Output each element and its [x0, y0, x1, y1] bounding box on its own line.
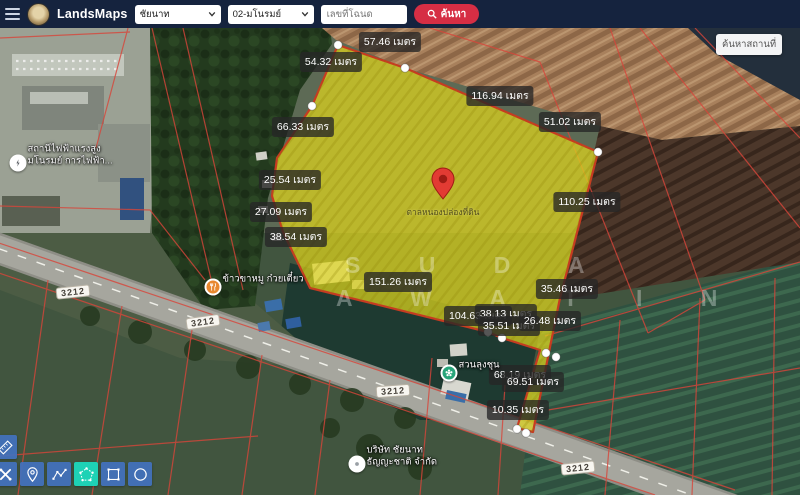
measurement-label: 10.35 เมตร — [487, 400, 549, 420]
measurement-label: 27.09 เมตร — [250, 202, 312, 222]
measurement-label: 54.32 เมตร — [300, 52, 362, 72]
search-icon — [427, 9, 437, 19]
measurement-label: 66.33 เมตร — [272, 117, 334, 137]
substation-poi[interactable]: สถานีไฟฟ้าแรงสูงมโนรมย์ การไฟฟ้า... — [10, 155, 27, 172]
measurement-label: 116.94 เมตร — [466, 86, 533, 106]
hamburger-menu-icon[interactable] — [5, 8, 20, 20]
power-icon[interactable] — [10, 155, 27, 172]
poi-label: สถานีไฟฟ้าแรงสูงมโนรมย์ การไฟฟ้า... — [28, 144, 113, 168]
measurement-label: 151.26 เมตร — [364, 272, 432, 292]
place-search-tooltip[interactable]: ค้นหาสถานที่ — [716, 34, 782, 55]
park-poi[interactable]: สวนลุงชุน — [441, 365, 458, 382]
measurement-label: 25.54 เมตร — [259, 170, 321, 190]
company-poi[interactable]: บริษัท ชัยนาทธัญญะชาติ จำกัด — [349, 456, 366, 473]
measurement-label: 110.25 เมตร — [553, 192, 620, 212]
rectangle-select-tool[interactable] — [101, 462, 125, 486]
measurement-label: 38.54 เมตร — [265, 227, 327, 247]
pin-tool[interactable] — [20, 462, 44, 486]
top-bar: LandsMaps ชัยนาท 02-มโนรมย์ ค้นหา — [0, 0, 800, 28]
restaurant-poi[interactable]: ข้าวขาหมู ก๋วยเตี๋ยว — [205, 279, 222, 296]
landsmaps-app: LandsMaps ชัยนาท 02-มโนรมย์ ค้นหา — [0, 0, 800, 495]
road-badge: 3212 — [376, 384, 411, 398]
polyline-measure-tool[interactable] — [47, 462, 71, 486]
substation-area — [0, 28, 165, 233]
measurement-label: 51.02 เมตร — [539, 112, 601, 132]
deed-number-input[interactable] — [321, 5, 407, 24]
search-button-label: ค้นหา — [441, 7, 467, 22]
measurement-label: 26.48 เมตร — [519, 311, 581, 331]
measurement-label: 57.46 เมตร — [359, 32, 421, 52]
measurement-label: 35.46 เมตร — [536, 279, 598, 299]
brand-name: LandsMaps — [57, 7, 128, 21]
poi-label: บริษัท ชัยนาทธัญญะชาติ จำกัด — [367, 445, 438, 469]
map-container: S U D A A W A T I N ตาลหนองปล่องที่ดิน ค… — [0, 28, 800, 495]
chevron-down-icon — [301, 10, 309, 18]
circle-select-tool[interactable] — [128, 462, 152, 486]
measurement-label: 69.51 เมตร — [502, 372, 564, 392]
park-icon[interactable] — [441, 365, 458, 382]
poi-label: สวนลุงชุน — [459, 360, 500, 372]
restaurant-icon[interactable] — [205, 279, 222, 296]
edit-tools-tool[interactable] — [0, 462, 17, 486]
ruler-tool[interactable] — [0, 435, 17, 459]
chevron-down-icon — [208, 10, 216, 18]
district-select[interactable]: 02-มโนรมย์ — [228, 5, 314, 24]
province-select[interactable]: ชัยนาท — [135, 5, 221, 24]
poi-label: ข้าวขาหมู ก๋วยเตี๋ยว — [223, 274, 304, 286]
building-icon[interactable] — [349, 456, 366, 473]
polygon-measure-tool[interactable] — [74, 462, 98, 486]
district-select-value: 02-มโนรมย์ — [233, 7, 282, 22]
province-select-value: ชัยนาท — [140, 7, 170, 22]
app-logo — [27, 3, 50, 26]
search-button[interactable]: ค้นหา — [414, 4, 480, 24]
pin-place-label: ตาลหนองปล่องที่ดิน — [407, 205, 480, 219]
